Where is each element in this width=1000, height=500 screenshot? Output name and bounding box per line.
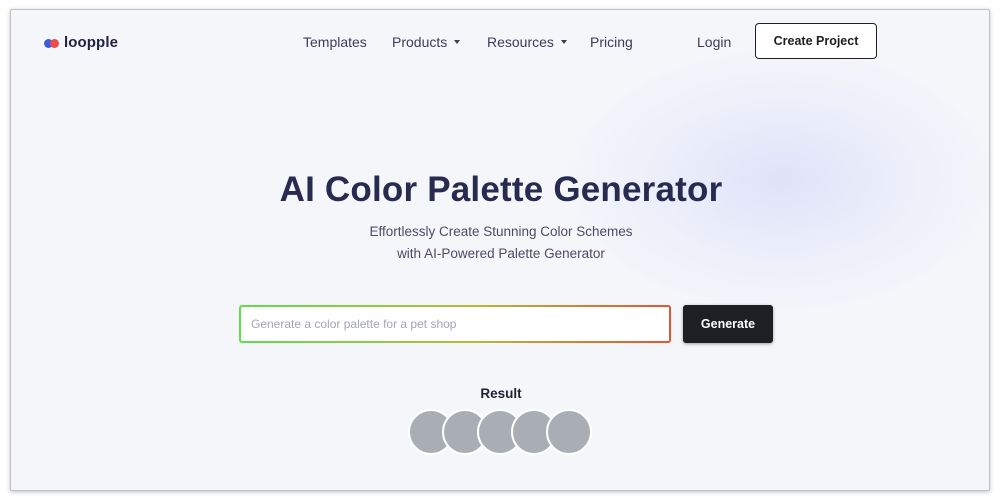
logo-icon <box>44 38 60 48</box>
nav-resources[interactable]: Resources <box>487 34 567 50</box>
chevron-down-icon <box>560 40 567 44</box>
nav-products-label: Products <box>392 34 448 50</box>
nav-pricing-label: Pricing <box>590 34 633 50</box>
color-swatch[interactable] <box>546 409 592 455</box>
hero-subtitle-line-2: with AI-Powered Palette Generator <box>397 246 605 261</box>
brand-name: loopple <box>64 34 119 51</box>
nav-login-label: Login <box>697 34 732 50</box>
create-project-button[interactable]: Create Project <box>755 23 877 59</box>
brand-logo[interactable]: loopple <box>44 34 118 51</box>
nav-login[interactable]: Login <box>697 34 731 50</box>
result-label: Result <box>480 386 522 401</box>
nav-templates[interactable]: Templates <box>303 34 367 50</box>
nav-products[interactable]: Products <box>392 34 461 50</box>
nav-templates-label: Templates <box>303 34 367 50</box>
nav-resources-label: Resources <box>487 34 554 50</box>
generate-button[interactable]: Generate <box>683 305 773 343</box>
palette-prompt-input[interactable] <box>239 305 671 343</box>
hero-subtitle-line-1: Effortlessly Create Stunning Color Schem… <box>369 224 633 239</box>
chevron-down-icon <box>454 40 461 44</box>
nav-pricing[interactable]: Pricing <box>590 34 633 50</box>
page-frame: loopple Templates Products Resources Pri… <box>10 9 990 491</box>
page-title: AI Color Palette Generator <box>279 170 723 209</box>
